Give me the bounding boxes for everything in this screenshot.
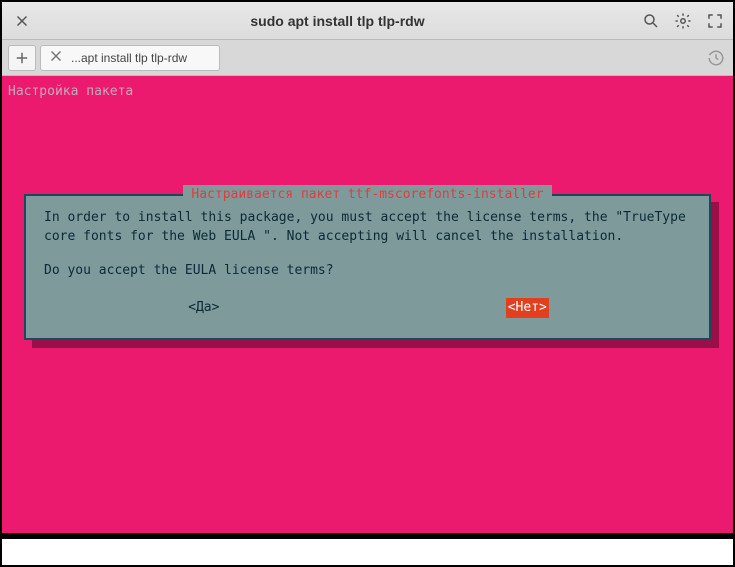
window-titlebar: sudo apt install tlp tlp-rdw <box>2 2 733 40</box>
window-title: sudo apt install tlp tlp-rdw <box>34 13 641 29</box>
package-config-header: Настройка пакета <box>6 80 729 104</box>
terminal-area[interactable]: Настройка пакета Настраивается пакет ttf… <box>2 76 733 533</box>
dialog-body-text: In order to install this package, you mu… <box>44 208 691 247</box>
close-window-button[interactable] <box>10 9 34 33</box>
close-icon <box>47 47 65 65</box>
plus-icon <box>13 49 31 67</box>
gear-icon <box>674 12 692 30</box>
search-icon <box>642 12 660 30</box>
history-icon <box>707 49 725 67</box>
dialog-title: Настраивается пакет ttf-mscorefonts-inst… <box>183 185 551 205</box>
eula-dialog: Настраивается пакет ttf-mscorefonts-inst… <box>24 194 711 340</box>
titlebar-actions <box>641 11 725 31</box>
new-tab-button[interactable] <box>8 45 36 71</box>
search-button[interactable] <box>641 11 661 31</box>
bottom-border <box>2 533 733 565</box>
no-button[interactable]: <Нет> <box>506 298 549 318</box>
settings-button[interactable] <box>673 11 693 31</box>
dialog-question: Do you accept the EULA license terms? <box>44 261 691 281</box>
expand-icon <box>706 12 724 30</box>
close-icon <box>13 12 31 30</box>
yes-button[interactable]: <Да> <box>186 298 221 318</box>
tab-label: ...apt install tlp tlp-rdw <box>71 51 187 65</box>
tab-bar: ...apt install tlp tlp-rdw <box>2 40 733 76</box>
tab-close-button[interactable] <box>47 47 65 68</box>
history-button[interactable] <box>705 47 727 69</box>
fullscreen-button[interactable] <box>705 11 725 31</box>
terminal-tab[interactable]: ...apt install tlp tlp-rdw <box>40 45 220 71</box>
